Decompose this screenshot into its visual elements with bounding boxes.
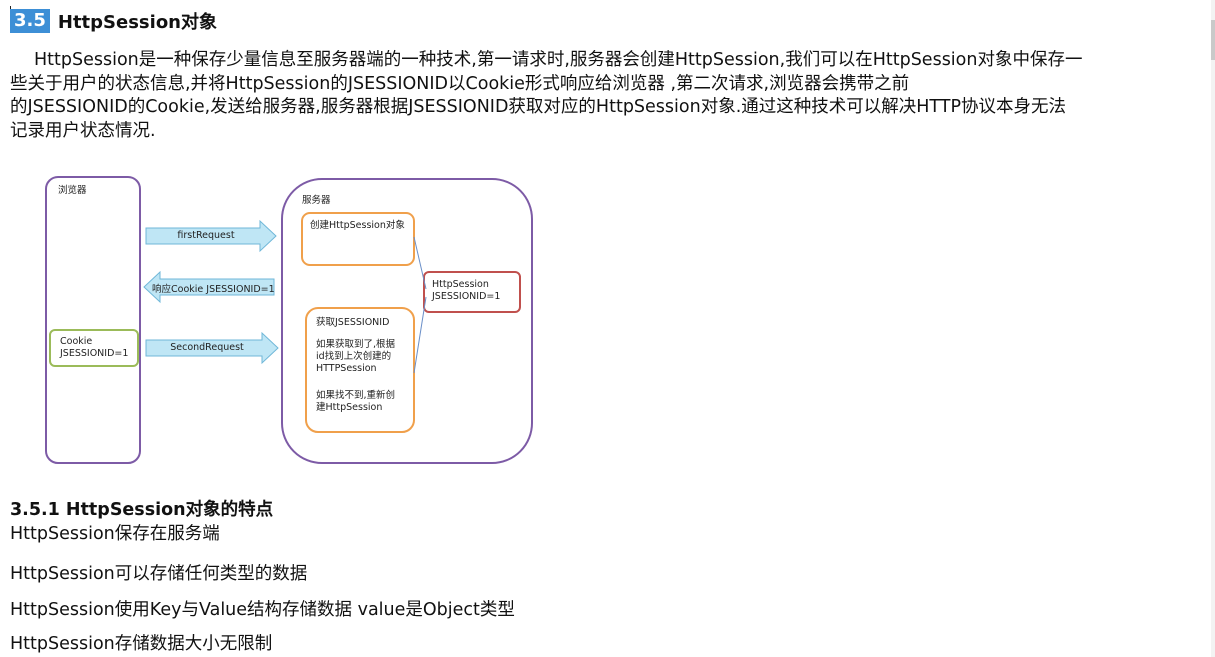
browser-label: 浏览器 [58,185,87,196]
httpsession-label-line2: JSESSIONID=1 [432,291,501,302]
create-session-label: 创建HttpSession对象 [310,220,405,231]
section-title: HttpSession对象 [57,12,217,33]
first-request-label: firstRequest [177,230,235,241]
not-found-session-label: 如果找不到,重新创 建HttpSession [316,390,396,413]
feature-item-2: HttpSession可以存储任何类型的数据 [10,564,308,584]
paragraph-line-2: 些关于用户的状态信息,并将HttpSession的JSESSIONID以Cook… [10,73,910,94]
paragraph-line-4: 记录用户状态情况. [10,120,156,141]
session-flow-diagram: 浏览器 服务器 Cookie JSESSIONID=1 firstRequest… [44,175,536,467]
paragraph-line-3: 的JSESSIONID的Cookie,发送给服务器,服务器根据JSESSIONI… [10,97,1067,117]
diagram-shapes [45,176,533,464]
feature-item-4: HttpSession存储数据大小无限制 [10,634,273,654]
section-heading: 3.5 HttpSession对象 [10,8,217,34]
httpsession-label-line1: HttpSession [432,279,489,290]
scrollbar-thumb[interactable] [1211,20,1215,60]
vertical-scrollbar[interactable] [1211,0,1215,657]
document-page: 3.5 HttpSession对象 HttpSession是一种保存少量信息至服… [0,0,1215,657]
get-jsessionid-label: 获取JSESSIONID [316,317,390,328]
cookie-label-line2: JSESSIONID=1 [60,348,129,359]
cookie-label-line1: Cookie [60,336,93,347]
feature-item-1: HttpSession保存在服务端 [10,524,220,544]
section-number: 3.5 [10,9,50,33]
intro-paragraph: HttpSession是一种保存少量信息至服务器端的一种技术,第一请求时,服务器… [10,49,1205,143]
subsection-title: 3.5.1 HttpSession对象的特点 [10,500,274,520]
response-cookie-label: 响应Cookie JSESSIONID=1 [152,284,275,295]
browser-container [45,176,141,464]
paragraph-line-1: HttpSession是一种保存少量信息至服务器端的一种技术,第一请求时,服务器… [34,50,1083,70]
feature-item-3: HttpSession使用Key与Value结构存储数据 value是Objec… [10,600,515,620]
found-session-label: 如果获取到了,根据 id找到上次创建的 HTTPSession [316,339,396,374]
second-request-label: SecondRequest [170,342,244,353]
server-label: 服务器 [302,195,331,206]
